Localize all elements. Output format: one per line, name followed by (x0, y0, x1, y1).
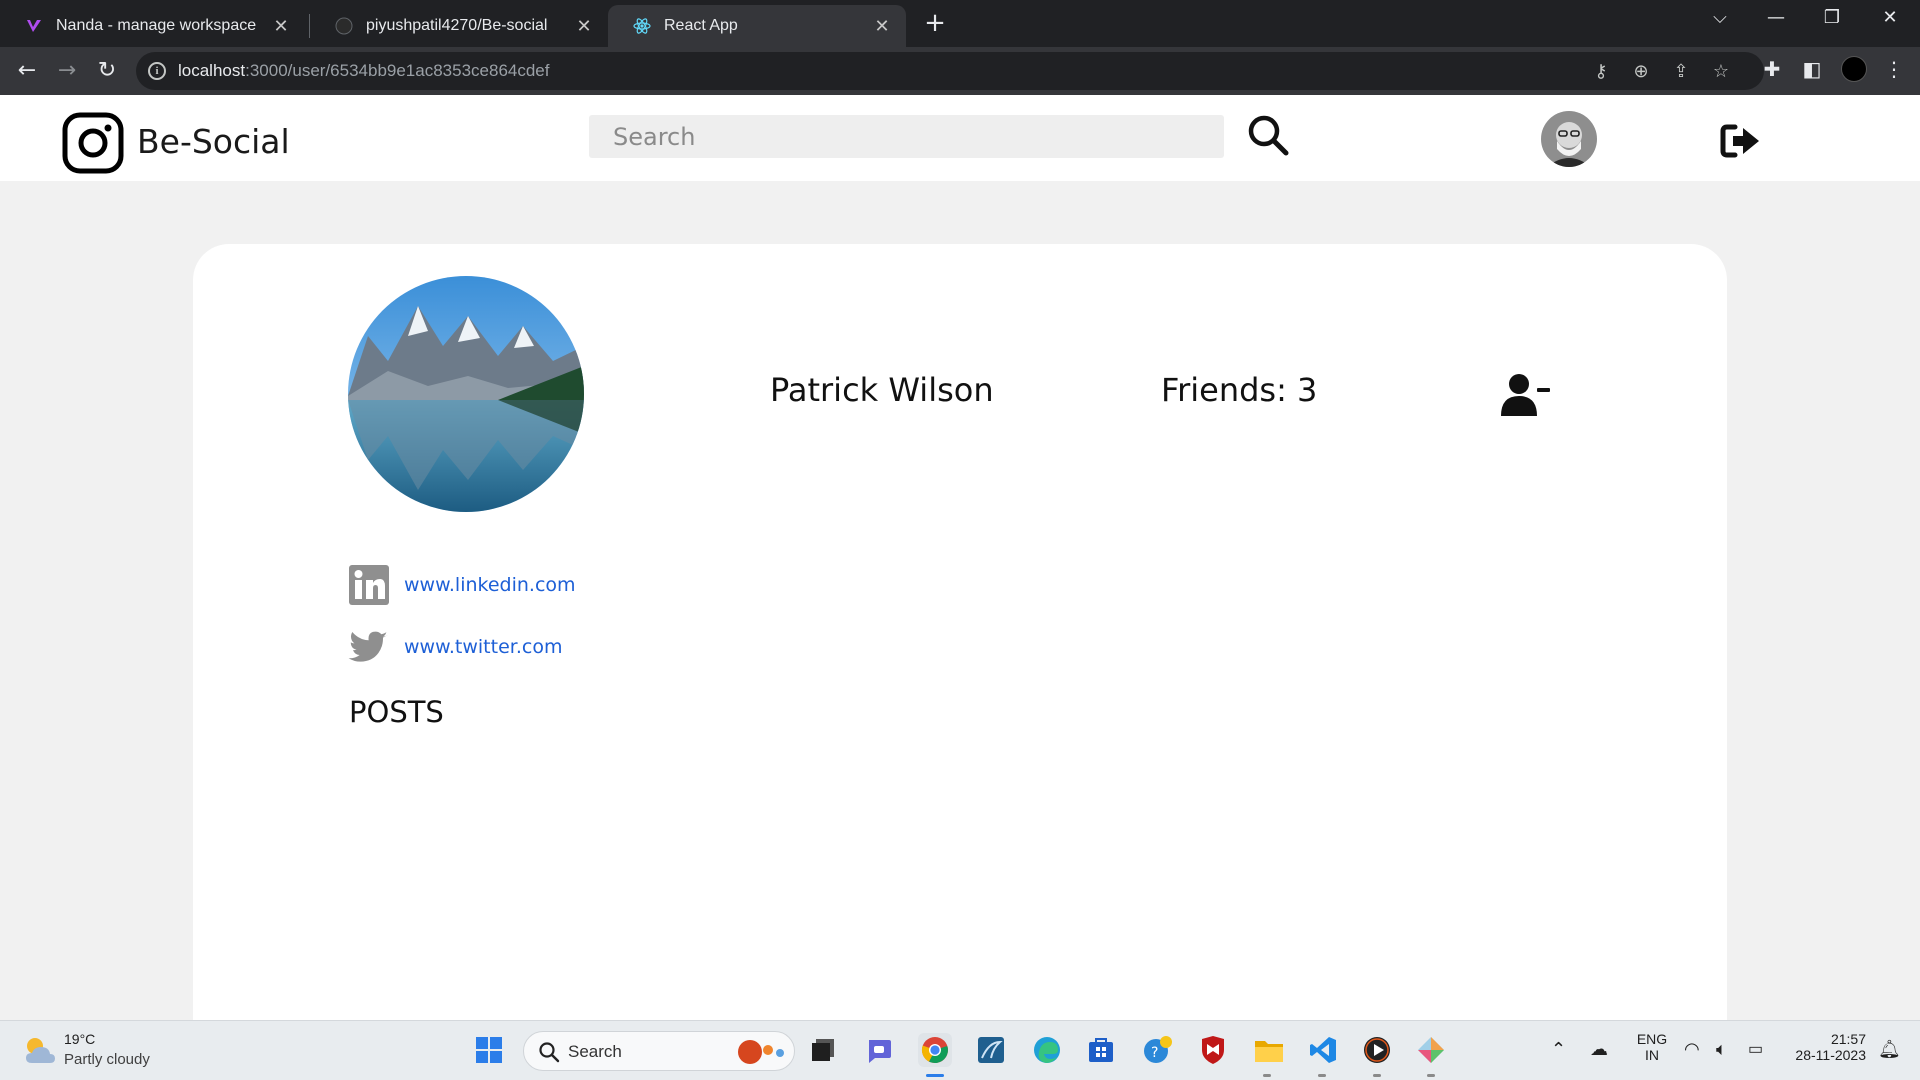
posts-heading: POSTS (349, 695, 444, 729)
language-indicator[interactable]: ENG IN (1634, 1031, 1670, 1063)
microsoft-store-icon[interactable] (1084, 1033, 1118, 1067)
back-button[interactable]: ← (13, 57, 41, 85)
github-icon (334, 16, 354, 36)
remove-friend-icon[interactable] (1499, 372, 1551, 418)
close-tab-icon[interactable]: ✕ (872, 16, 892, 37)
restore-button[interactable]: ❐ (1804, 0, 1860, 38)
zoom-icon[interactable]: ⊕ (1630, 61, 1652, 83)
clock[interactable]: 21:57 28-11-2023 (1784, 1031, 1866, 1063)
extensions-icon[interactable]: ✚ (1760, 57, 1784, 81)
active-app-indicator (926, 1074, 944, 1077)
brand-name[interactable]: Be-Social (137, 122, 290, 161)
close-window-button[interactable]: ✕ (1862, 0, 1918, 38)
twitter-link-row: www.twitter.com (348, 626, 562, 668)
teams-chat-icon[interactable] (862, 1033, 896, 1067)
tab-title: React App (664, 17, 738, 34)
twitter-icon (348, 626, 390, 668)
new-tab-button[interactable]: + (920, 8, 950, 38)
linkedin-link[interactable]: www.linkedin.com (404, 574, 576, 596)
friends-count[interactable]: Friends: 3 (1161, 371, 1317, 409)
react-icon (632, 16, 652, 36)
tab-search-icon[interactable]: ⌵ (1692, 0, 1748, 38)
tab-react-app[interactable]: React App ✕ (608, 5, 906, 47)
search-input[interactable] (589, 115, 1224, 158)
browser-tab-strip: Nanda - manage workspace ✕ piyushpatil42… (0, 0, 1920, 47)
chrome-icon[interactable] (918, 1033, 952, 1067)
twitter-link[interactable]: www.twitter.com (404, 636, 562, 658)
browser-toolbar: ← → ↻ i localhost:3000/user/6534bb9e1ac8… (0, 47, 1920, 95)
profile-card: Patrick Wilson Friends: 3 www.linkedin.c… (193, 244, 1727, 1044)
share-icon[interactable]: ⇪ (1670, 61, 1692, 83)
windows-start-icon[interactable] (472, 1033, 506, 1067)
bookmark-star-icon[interactable]: ☆ (1710, 61, 1732, 83)
app-header: Be-Social (0, 95, 1920, 181)
nanda-icon (24, 16, 44, 36)
running-app-indicator (1373, 1074, 1381, 1077)
minimize-button[interactable]: — (1748, 0, 1804, 38)
weather-description[interactable]: Partly cloudy (64, 1051, 150, 1068)
search-icon (539, 1042, 560, 1063)
taskbar: 19°C Partly cloudy Search ? ⌃ ☁ ENG IN ◠… (0, 1020, 1920, 1080)
battery-icon[interactable]: ▭ (1748, 1039, 1763, 1059)
tab-github[interactable]: piyushpatil4270/Be-social ✕ (310, 5, 608, 47)
tab-nanda[interactable]: Nanda - manage workspace ✕ (0, 5, 305, 47)
task-view-icon[interactable] (806, 1033, 840, 1067)
url-text[interactable]: localhost:3000/user/6534bb9e1ac8353ce864… (178, 61, 549, 81)
vscode-icon[interactable] (1306, 1033, 1340, 1067)
volume-icon[interactable]: 🔈︎ (1716, 1039, 1727, 1060)
tab-title: piyushpatil4270/Be-social (366, 17, 548, 34)
search-icon[interactable] (1246, 113, 1290, 157)
running-app-indicator (1263, 1074, 1271, 1077)
linkedin-link-row: www.linkedin.com (348, 564, 576, 606)
close-tab-icon[interactable]: ✕ (574, 16, 594, 37)
tray-overflow-chevron-icon[interactable]: ⌃ (1551, 1039, 1566, 1060)
user-name: Patrick Wilson (770, 371, 994, 409)
logout-icon[interactable] (1719, 121, 1763, 161)
forward-button[interactable]: → (53, 57, 81, 85)
mcafee-icon[interactable] (1196, 1033, 1230, 1067)
tab-title: Nanda - manage workspace (56, 17, 257, 34)
media-player-icon[interactable] (1360, 1033, 1394, 1067)
wifi-icon[interactable]: ◠ (1684, 1039, 1700, 1060)
weather-cloud-sun-icon[interactable] (22, 1033, 58, 1067)
key-icon[interactable]: ⚷ (1590, 61, 1612, 83)
onedrive-offline-icon[interactable]: ☁ (1590, 1039, 1608, 1060)
site-info-icon[interactable]: i (148, 62, 166, 80)
close-tab-icon[interactable]: ✕ (271, 16, 291, 37)
profile-photo (348, 276, 584, 512)
svg-text:?: ? (1151, 1045, 1158, 1061)
mysql-workbench-icon[interactable] (974, 1033, 1008, 1067)
tips-icon[interactable]: ? (1140, 1033, 1174, 1067)
linkedin-icon (348, 564, 390, 606)
notification-bell-icon[interactable]: 🔔︎ (1878, 1039, 1901, 1060)
user-avatar[interactable] (1541, 111, 1597, 167)
menu-kebab-icon[interactable]: ⋮ (1882, 57, 1906, 81)
running-app-indicator (1318, 1074, 1326, 1077)
browser-profile-avatar[interactable] (1841, 56, 1867, 82)
running-app-indicator (1427, 1074, 1435, 1077)
search-highlight-icon (738, 1040, 784, 1064)
file-explorer-icon[interactable] (1252, 1033, 1286, 1067)
address-bar[interactable]: i localhost:3000/user/6534bb9e1ac8353ce8… (136, 52, 1764, 90)
taskbar-search-label: Search (568, 1042, 622, 1061)
reload-button[interactable]: ↻ (93, 57, 121, 85)
instagram-logo-icon[interactable] (62, 112, 124, 174)
edge-icon[interactable] (1030, 1033, 1064, 1067)
taskbar-search-box[interactable]: Search (523, 1031, 795, 1071)
weather-temperature[interactable]: 19°C (64, 1031, 95, 1047)
git-client-icon[interactable] (1414, 1033, 1448, 1067)
side-panel-icon[interactable]: ◧ (1800, 57, 1824, 81)
